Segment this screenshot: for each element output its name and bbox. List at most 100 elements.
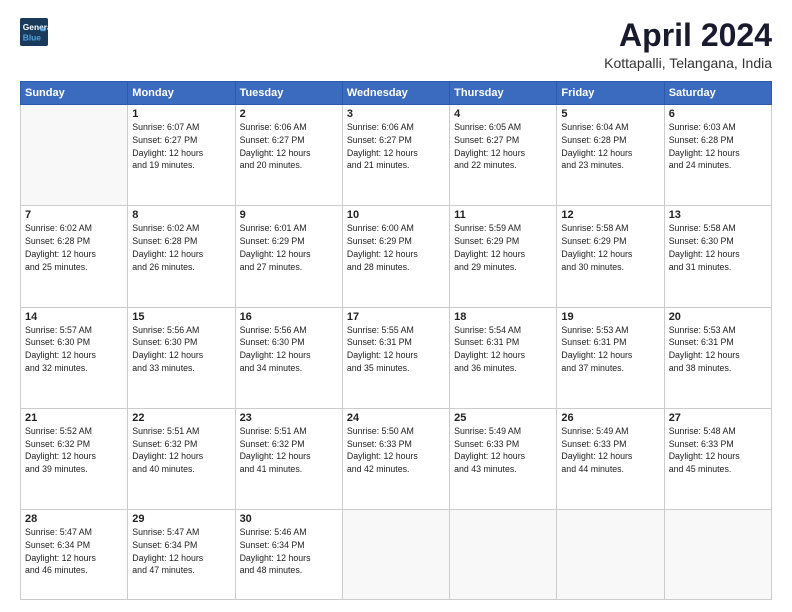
day-number: 5 xyxy=(561,108,659,120)
table-row: 12Sunrise: 5:58 AM Sunset: 6:29 PM Dayli… xyxy=(557,206,664,307)
day-info: Sunrise: 5:56 AM Sunset: 6:30 PM Dayligh… xyxy=(240,324,338,375)
col-sunday: Sunday xyxy=(21,82,128,105)
day-info: Sunrise: 6:06 AM Sunset: 6:27 PM Dayligh… xyxy=(347,121,445,172)
day-info: Sunrise: 6:02 AM Sunset: 6:28 PM Dayligh… xyxy=(25,222,123,273)
day-number: 8 xyxy=(132,209,230,221)
day-number: 18 xyxy=(454,311,552,323)
table-row: 19Sunrise: 5:53 AM Sunset: 6:31 PM Dayli… xyxy=(557,307,664,408)
table-row: 7Sunrise: 6:02 AM Sunset: 6:28 PM Daylig… xyxy=(21,206,128,307)
col-friday: Friday xyxy=(557,82,664,105)
day-number: 20 xyxy=(669,311,767,323)
day-number: 17 xyxy=(347,311,445,323)
table-row: 27Sunrise: 5:48 AM Sunset: 6:33 PM Dayli… xyxy=(664,408,771,509)
table-row xyxy=(21,105,128,206)
day-number: 29 xyxy=(132,513,230,525)
day-info: Sunrise: 5:49 AM Sunset: 6:33 PM Dayligh… xyxy=(454,425,552,476)
day-number: 7 xyxy=(25,209,123,221)
day-number: 13 xyxy=(669,209,767,221)
day-info: Sunrise: 5:48 AM Sunset: 6:33 PM Dayligh… xyxy=(669,425,767,476)
day-number: 1 xyxy=(132,108,230,120)
day-info: Sunrise: 5:58 AM Sunset: 6:30 PM Dayligh… xyxy=(669,222,767,273)
col-wednesday: Wednesday xyxy=(342,82,449,105)
table-row xyxy=(450,510,557,600)
table-row: 29Sunrise: 5:47 AM Sunset: 6:34 PM Dayli… xyxy=(128,510,235,600)
day-info: Sunrise: 5:51 AM Sunset: 6:32 PM Dayligh… xyxy=(132,425,230,476)
day-info: Sunrise: 6:01 AM Sunset: 6:29 PM Dayligh… xyxy=(240,222,338,273)
day-number: 3 xyxy=(347,108,445,120)
table-row: 8Sunrise: 6:02 AM Sunset: 6:28 PM Daylig… xyxy=(128,206,235,307)
day-info: Sunrise: 5:59 AM Sunset: 6:29 PM Dayligh… xyxy=(454,222,552,273)
day-info: Sunrise: 6:02 AM Sunset: 6:28 PM Dayligh… xyxy=(132,222,230,273)
day-number: 23 xyxy=(240,412,338,424)
day-info: Sunrise: 5:47 AM Sunset: 6:34 PM Dayligh… xyxy=(25,526,123,577)
day-info: Sunrise: 6:07 AM Sunset: 6:27 PM Dayligh… xyxy=(132,121,230,172)
day-info: Sunrise: 5:50 AM Sunset: 6:33 PM Dayligh… xyxy=(347,425,445,476)
table-row: 4Sunrise: 6:05 AM Sunset: 6:27 PM Daylig… xyxy=(450,105,557,206)
day-number: 21 xyxy=(25,412,123,424)
table-row: 20Sunrise: 5:53 AM Sunset: 6:31 PM Dayli… xyxy=(664,307,771,408)
day-number: 22 xyxy=(132,412,230,424)
day-info: Sunrise: 6:06 AM Sunset: 6:27 PM Dayligh… xyxy=(240,121,338,172)
table-row: 1Sunrise: 6:07 AM Sunset: 6:27 PM Daylig… xyxy=(128,105,235,206)
day-info: Sunrise: 5:47 AM Sunset: 6:34 PM Dayligh… xyxy=(132,526,230,577)
table-row: 10Sunrise: 6:00 AM Sunset: 6:29 PM Dayli… xyxy=(342,206,449,307)
logo-icon: General Blue xyxy=(20,18,48,46)
calendar: Sunday Monday Tuesday Wednesday Thursday… xyxy=(20,81,772,600)
header-row: Sunday Monday Tuesday Wednesday Thursday… xyxy=(21,82,772,105)
day-number: 4 xyxy=(454,108,552,120)
header: General Blue April 2024 Kottapalli, Tela… xyxy=(20,18,772,71)
title-block: April 2024 Kottapalli, Telangana, India xyxy=(604,18,772,71)
day-info: Sunrise: 5:57 AM Sunset: 6:30 PM Dayligh… xyxy=(25,324,123,375)
day-info: Sunrise: 5:58 AM Sunset: 6:29 PM Dayligh… xyxy=(561,222,659,273)
day-number: 27 xyxy=(669,412,767,424)
day-number: 2 xyxy=(240,108,338,120)
table-row: 22Sunrise: 5:51 AM Sunset: 6:32 PM Dayli… xyxy=(128,408,235,509)
table-row: 24Sunrise: 5:50 AM Sunset: 6:33 PM Dayli… xyxy=(342,408,449,509)
table-row: 11Sunrise: 5:59 AM Sunset: 6:29 PM Dayli… xyxy=(450,206,557,307)
location: Kottapalli, Telangana, India xyxy=(604,55,772,71)
col-thursday: Thursday xyxy=(450,82,557,105)
page: General Blue April 2024 Kottapalli, Tela… xyxy=(0,0,792,612)
svg-text:Blue: Blue xyxy=(23,32,41,42)
day-info: Sunrise: 6:04 AM Sunset: 6:28 PM Dayligh… xyxy=(561,121,659,172)
col-monday: Monday xyxy=(128,82,235,105)
day-info: Sunrise: 5:46 AM Sunset: 6:34 PM Dayligh… xyxy=(240,526,338,577)
day-number: 11 xyxy=(454,209,552,221)
table-row: 28Sunrise: 5:47 AM Sunset: 6:34 PM Dayli… xyxy=(21,510,128,600)
day-number: 16 xyxy=(240,311,338,323)
table-row: 25Sunrise: 5:49 AM Sunset: 6:33 PM Dayli… xyxy=(450,408,557,509)
day-number: 6 xyxy=(669,108,767,120)
table-row: 9Sunrise: 6:01 AM Sunset: 6:29 PM Daylig… xyxy=(235,206,342,307)
table-row: 3Sunrise: 6:06 AM Sunset: 6:27 PM Daylig… xyxy=(342,105,449,206)
day-number: 19 xyxy=(561,311,659,323)
day-info: Sunrise: 5:56 AM Sunset: 6:30 PM Dayligh… xyxy=(132,324,230,375)
day-info: Sunrise: 6:00 AM Sunset: 6:29 PM Dayligh… xyxy=(347,222,445,273)
day-info: Sunrise: 5:54 AM Sunset: 6:31 PM Dayligh… xyxy=(454,324,552,375)
day-info: Sunrise: 6:05 AM Sunset: 6:27 PM Dayligh… xyxy=(454,121,552,172)
table-row: 13Sunrise: 5:58 AM Sunset: 6:30 PM Dayli… xyxy=(664,206,771,307)
day-number: 15 xyxy=(132,311,230,323)
month-title: April 2024 xyxy=(604,18,772,53)
table-row: 2Sunrise: 6:06 AM Sunset: 6:27 PM Daylig… xyxy=(235,105,342,206)
table-row: 15Sunrise: 5:56 AM Sunset: 6:30 PM Dayli… xyxy=(128,307,235,408)
table-row xyxy=(664,510,771,600)
day-info: Sunrise: 5:53 AM Sunset: 6:31 PM Dayligh… xyxy=(561,324,659,375)
table-row: 14Sunrise: 5:57 AM Sunset: 6:30 PM Dayli… xyxy=(21,307,128,408)
table-row: 26Sunrise: 5:49 AM Sunset: 6:33 PM Dayli… xyxy=(557,408,664,509)
table-row: 6Sunrise: 6:03 AM Sunset: 6:28 PM Daylig… xyxy=(664,105,771,206)
day-number: 12 xyxy=(561,209,659,221)
day-number: 28 xyxy=(25,513,123,525)
col-saturday: Saturday xyxy=(664,82,771,105)
table-row: 5Sunrise: 6:04 AM Sunset: 6:28 PM Daylig… xyxy=(557,105,664,206)
day-number: 10 xyxy=(347,209,445,221)
day-info: Sunrise: 5:53 AM Sunset: 6:31 PM Dayligh… xyxy=(669,324,767,375)
table-row: 30Sunrise: 5:46 AM Sunset: 6:34 PM Dayli… xyxy=(235,510,342,600)
day-number: 26 xyxy=(561,412,659,424)
day-info: Sunrise: 5:49 AM Sunset: 6:33 PM Dayligh… xyxy=(561,425,659,476)
table-row xyxy=(557,510,664,600)
day-number: 14 xyxy=(25,311,123,323)
day-info: Sunrise: 6:03 AM Sunset: 6:28 PM Dayligh… xyxy=(669,121,767,172)
table-row: 21Sunrise: 5:52 AM Sunset: 6:32 PM Dayli… xyxy=(21,408,128,509)
table-row: 18Sunrise: 5:54 AM Sunset: 6:31 PM Dayli… xyxy=(450,307,557,408)
table-row: 23Sunrise: 5:51 AM Sunset: 6:32 PM Dayli… xyxy=(235,408,342,509)
